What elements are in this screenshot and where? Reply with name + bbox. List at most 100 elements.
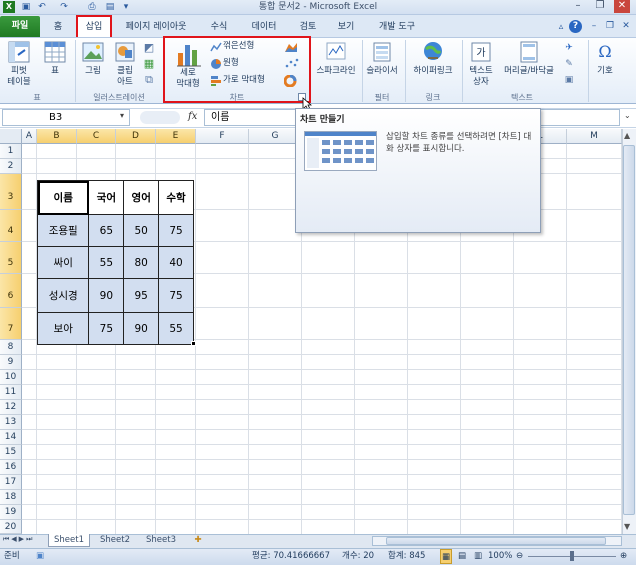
macro-record-icon[interactable]: ▣ xyxy=(36,549,44,564)
row-header-10[interactable]: 10 xyxy=(0,370,22,385)
fill-handle[interactable] xyxy=(191,341,196,346)
row-header-9[interactable]: 9 xyxy=(0,355,22,370)
doc-close-icon[interactable]: ✕ xyxy=(620,20,632,32)
zoom-in-icon[interactable]: ⊕ xyxy=(620,549,627,564)
clipart-button[interactable]: 클립 아트 xyxy=(110,66,140,88)
insert-function-button[interactable]: fx xyxy=(188,110,200,124)
table-cell[interactable]: 80 xyxy=(123,246,160,279)
hyperlink-button[interactable]: 하이퍼링크 xyxy=(408,66,458,77)
sheet-tab-2[interactable]: Sheet2 xyxy=(94,534,136,547)
tab-home[interactable]: 홈 xyxy=(48,18,68,36)
screenshot-icon[interactable]: ⧉ xyxy=(143,74,155,86)
sheet-nav-icons[interactable]: ⏮◀▶⏭ xyxy=(3,535,34,544)
table-button[interactable]: 표 xyxy=(40,66,70,77)
table-header-cell[interactable]: 수학 xyxy=(158,180,194,215)
table-cell[interactable]: 55 xyxy=(158,312,194,345)
wordart-icon[interactable]: ✈ xyxy=(563,42,575,54)
row-header-19[interactable]: 19 xyxy=(0,505,22,520)
line-chart-button[interactable]: 꺾은선형 xyxy=(223,41,254,52)
row-header-17[interactable]: 17 xyxy=(0,475,22,490)
table-cell[interactable]: 75 xyxy=(88,312,125,345)
signature-line-icon[interactable]: ✎ xyxy=(563,58,575,70)
row-header-1[interactable]: 1 xyxy=(0,144,22,159)
textbox-button[interactable]: 텍스트 상자 xyxy=(464,66,498,88)
tab-insert[interactable]: 삽입 xyxy=(76,15,112,39)
close-icon[interactable]: ✕ xyxy=(614,0,630,13)
table-cell[interactable]: 90 xyxy=(123,312,160,345)
shapes-icon[interactable]: ◩ xyxy=(143,42,155,54)
tab-review[interactable]: 검토 xyxy=(294,18,322,36)
table-cell[interactable]: 보아 xyxy=(36,312,90,345)
row-header-11[interactable]: 11 xyxy=(0,385,22,400)
object-icon[interactable]: ▣ xyxy=(563,74,575,86)
column-header-d[interactable]: D xyxy=(116,129,156,144)
table-cell[interactable]: 싸이 xyxy=(36,246,90,279)
symbol-button[interactable]: 기호 xyxy=(590,66,620,77)
pie-chart-button[interactable]: 원형 xyxy=(223,58,239,69)
table-cell[interactable]: 95 xyxy=(123,278,160,313)
slicer-button[interactable]: 슬라이서 xyxy=(362,66,402,77)
column-header-e[interactable]: E xyxy=(156,129,196,144)
table-cell[interactable]: 성시경 xyxy=(36,278,90,313)
table-header-cell[interactable]: 영어 xyxy=(123,180,160,215)
pivot-table-button[interactable]: 피벗 테이블 xyxy=(2,66,36,88)
row-header-8[interactable]: 8 xyxy=(0,340,22,355)
column-header-a[interactable]: A xyxy=(22,129,37,144)
table-cell[interactable]: 75 xyxy=(158,214,194,247)
zoom-out-icon[interactable]: ⊖ xyxy=(516,549,523,564)
tab-developer[interactable]: 개발 도구 xyxy=(370,18,424,36)
column-chart-button[interactable]: 세로 막대형 xyxy=(168,68,208,90)
column-header-c[interactable]: C xyxy=(77,129,116,144)
collapse-ribbon-icon[interactable]: ▵ xyxy=(555,21,567,33)
row-header-2[interactable]: 2 xyxy=(0,159,22,174)
area-chart-icon[interactable] xyxy=(284,41,300,53)
table-cell[interactable]: 40 xyxy=(158,246,194,279)
row-header-15[interactable]: 15 xyxy=(0,445,22,460)
formula-bar-splitter[interactable] xyxy=(140,111,180,124)
tab-formulas[interactable]: 수식 xyxy=(204,18,234,36)
row-header-3[interactable]: 3 xyxy=(0,174,22,210)
table-cell[interactable]: 조용필 xyxy=(36,214,90,247)
restore-icon[interactable]: ❐ xyxy=(592,0,608,13)
tab-data[interactable]: 데이터 xyxy=(244,18,284,36)
tab-view[interactable]: 보기 xyxy=(332,18,360,36)
row-header-7[interactable]: 7 xyxy=(0,308,22,340)
table-cell[interactable]: 75 xyxy=(158,278,194,313)
page-break-view-icon[interactable]: ▥ xyxy=(472,549,484,564)
name-box[interactable]: B3 xyxy=(2,109,130,126)
row-header-20[interactable]: 20 xyxy=(0,520,22,534)
row-header-13[interactable]: 13 xyxy=(0,415,22,430)
table-cell[interactable]: 50 xyxy=(123,214,160,247)
zoom-slider-thumb[interactable] xyxy=(570,551,574,561)
zoom-level[interactable]: 100% xyxy=(488,549,512,564)
select-all-button[interactable] xyxy=(0,129,22,144)
tab-file[interactable]: 파일 xyxy=(0,16,40,37)
row-header-6[interactable]: 6 xyxy=(0,274,22,308)
page-layout-view-icon[interactable]: ▤ xyxy=(456,549,468,564)
doc-minimize-icon[interactable]: – xyxy=(588,20,600,32)
table-header-cell[interactable]: 이름 xyxy=(36,180,90,215)
row-header-12[interactable]: 12 xyxy=(0,400,22,415)
column-header-m[interactable]: M xyxy=(567,129,622,144)
picture-button[interactable]: 그림 xyxy=(78,66,108,77)
doc-restore-icon[interactable]: ❐ xyxy=(604,20,616,32)
minimize-icon[interactable]: – xyxy=(570,0,586,13)
scatter-chart-icon[interactable] xyxy=(284,58,300,70)
normal-view-icon[interactable]: ▦ xyxy=(440,549,452,564)
tab-page-layout[interactable]: 페이지 레이아웃 xyxy=(118,18,194,36)
score-table[interactable]: 이름 국어 영어 수학 조용필 65 50 75 싸이 55 80 40 성시경… xyxy=(36,180,194,345)
vertical-scroll-thumb[interactable] xyxy=(623,145,635,515)
table-cell[interactable]: 65 xyxy=(88,214,125,247)
column-header-b[interactable]: B xyxy=(37,129,77,144)
expand-formula-icon[interactable]: ⌄ xyxy=(624,111,631,120)
sheet-tab-1[interactable]: Sheet1 xyxy=(48,534,90,547)
table-header-cell[interactable]: 국어 xyxy=(88,180,125,215)
row-header-5[interactable]: 5 xyxy=(0,242,22,274)
bar-chart-button[interactable]: 가로 막대형 xyxy=(223,75,265,86)
row-header-4[interactable]: 4 xyxy=(0,210,22,242)
row-header-14[interactable]: 14 xyxy=(0,430,22,445)
name-box-dropdown-icon[interactable]: ▾ xyxy=(120,111,124,120)
row-header-16[interactable]: 16 xyxy=(0,460,22,475)
horizontal-scroll-thumb[interactable] xyxy=(386,537,606,545)
column-header-f[interactable]: F xyxy=(196,129,249,144)
